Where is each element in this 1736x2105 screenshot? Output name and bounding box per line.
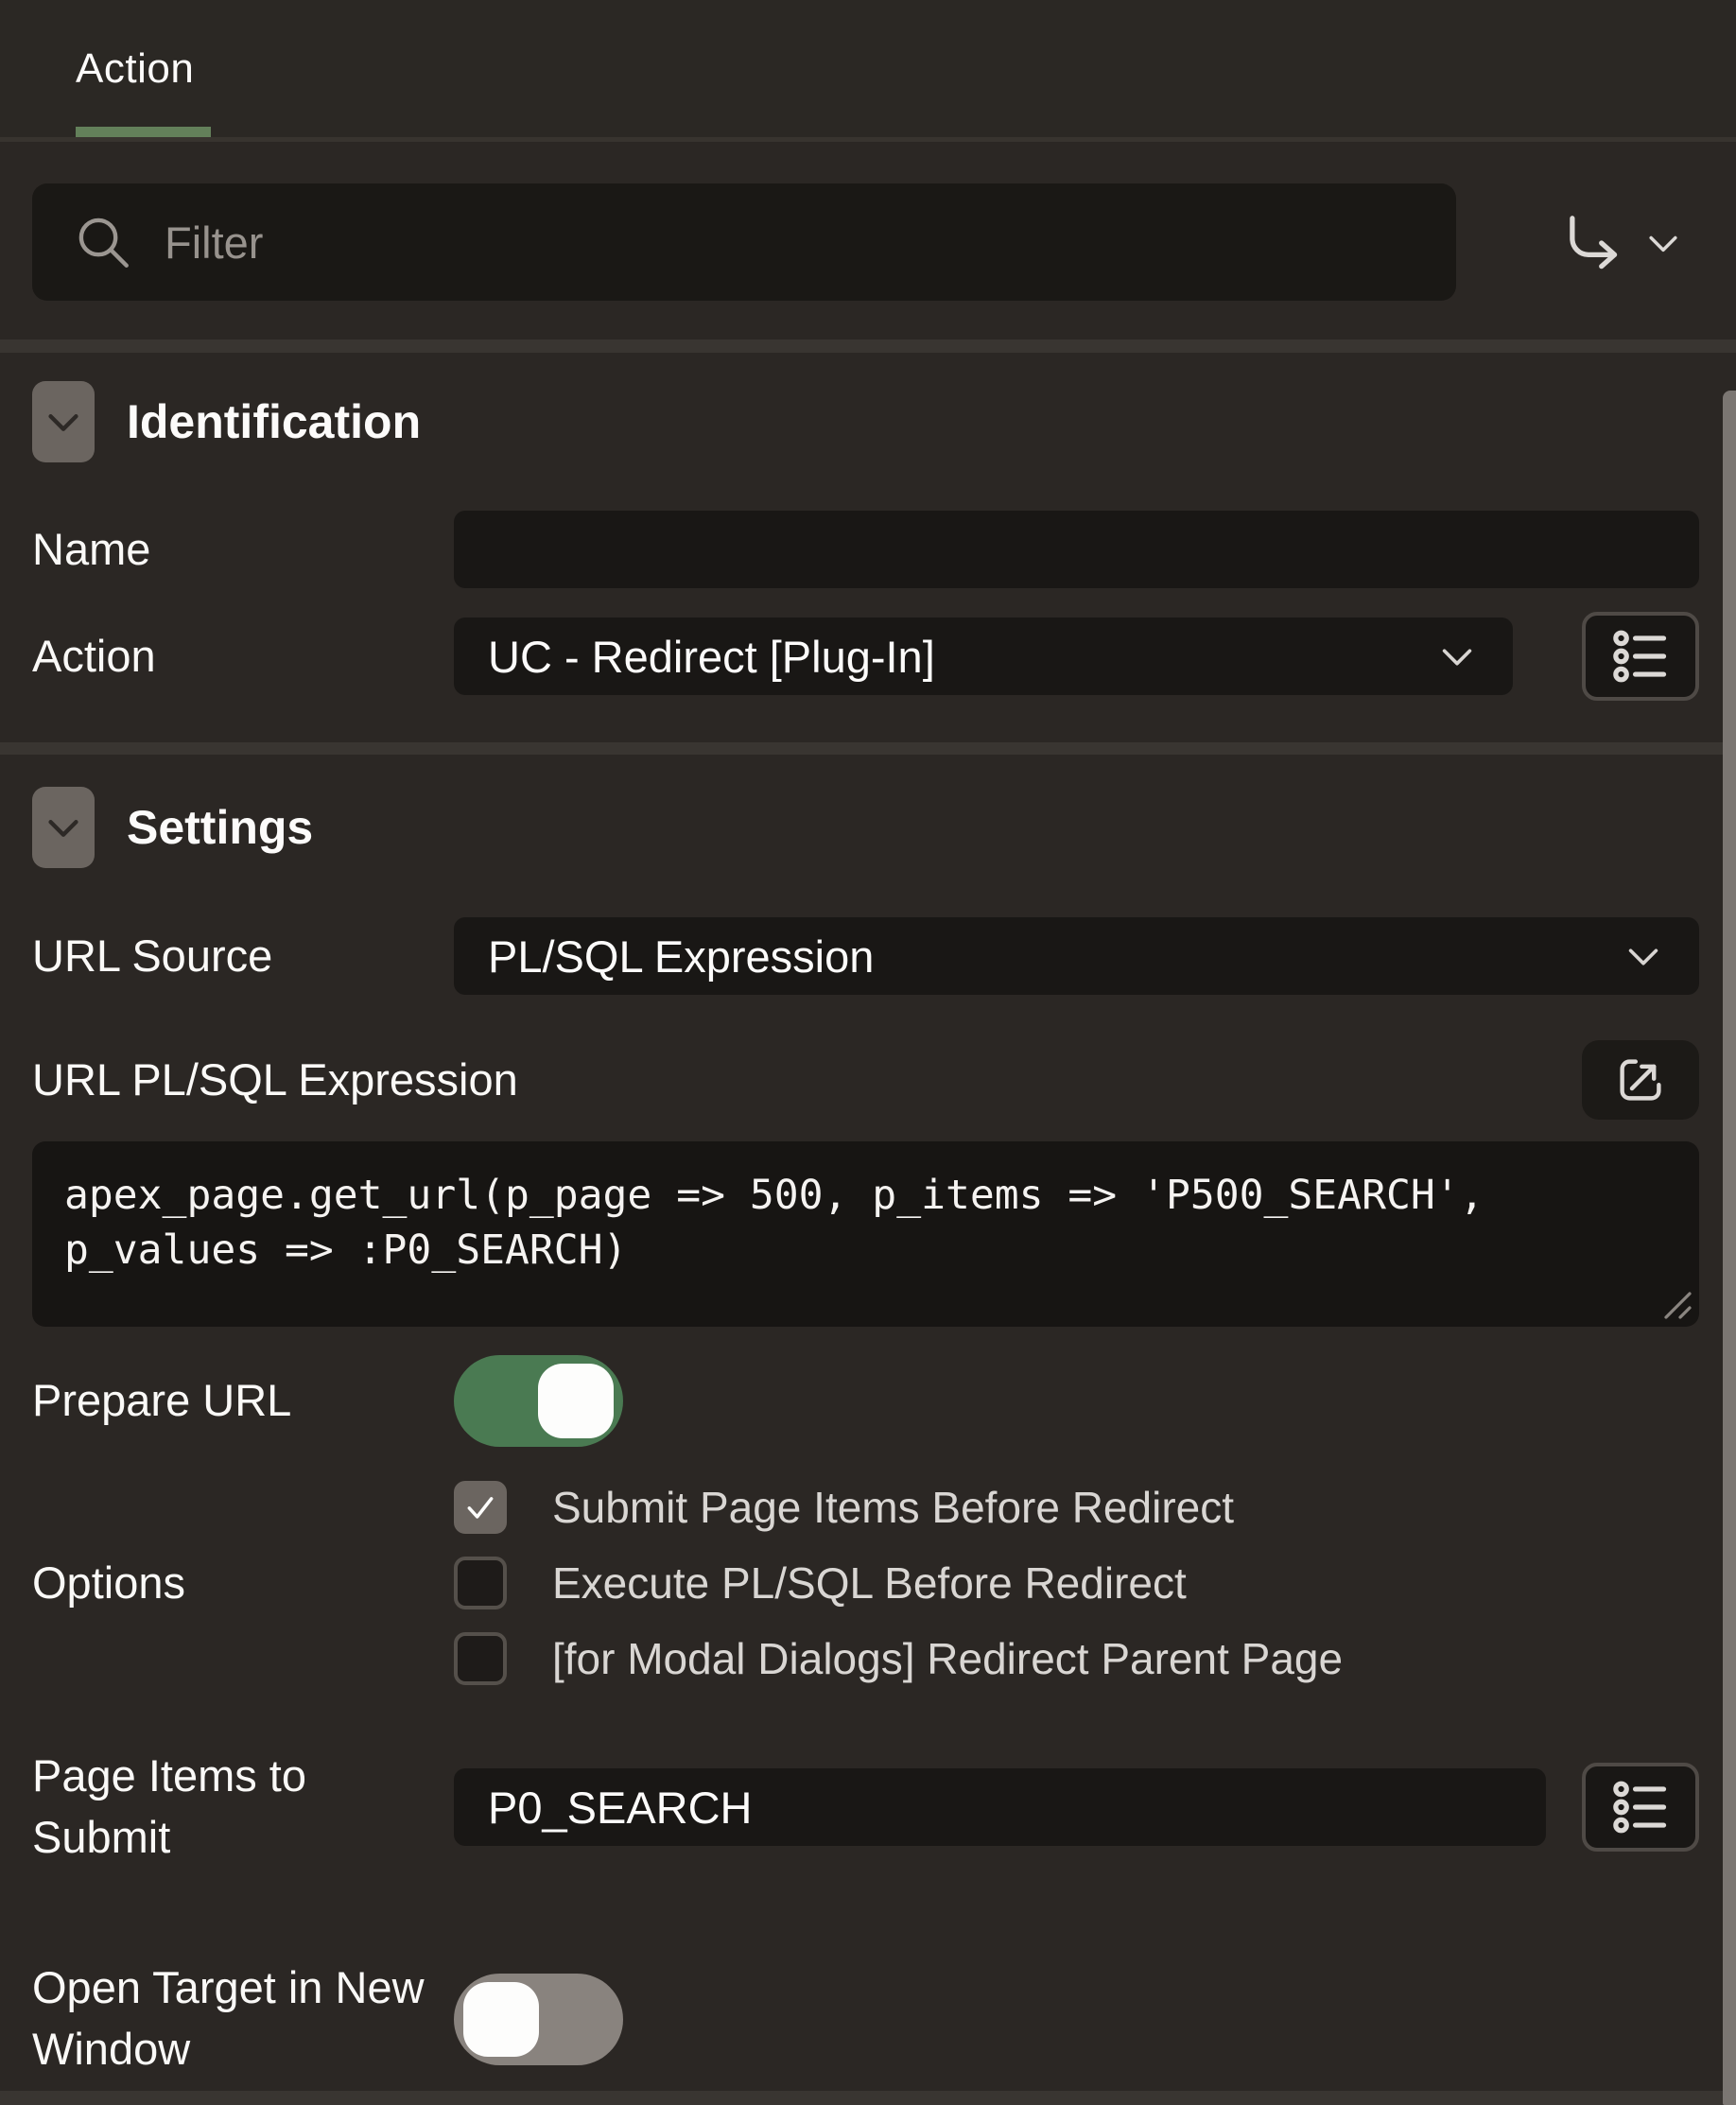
checkbox-label: [for Modal Dialogs] Redirect Parent Page — [552, 1633, 1343, 1684]
settings-title: Settings — [127, 800, 313, 855]
name-label: Name — [32, 519, 454, 581]
toggle-knob — [538, 1364, 614, 1438]
identification-collapse-button[interactable] — [32, 381, 95, 462]
url-source-label: URL Source — [32, 926, 454, 987]
open-in-editor-icon — [1611, 1051, 1670, 1109]
options-checkbox-group: Submit Page Items Before Redirect Execut… — [454, 1481, 1343, 1685]
action-select-value: UC - Redirect [Plug-In] — [488, 631, 935, 683]
page-items-list-picker-button[interactable] — [1582, 1763, 1699, 1852]
return-arrow-icon — [1559, 208, 1629, 278]
name-input[interactable] — [454, 511, 1699, 588]
section-divider — [0, 339, 1736, 353]
options-label: Options — [32, 1553, 454, 1614]
search-icon — [72, 211, 134, 273]
go-to-group-button[interactable] — [1551, 200, 1693, 286]
active-tab-underline — [76, 127, 211, 137]
vertical-scrollbar[interactable] — [1723, 391, 1736, 2105]
expand-code-editor-button[interactable] — [1582, 1040, 1699, 1120]
chevron-down-icon — [42, 806, 85, 849]
checkbox[interactable] — [454, 1632, 507, 1685]
url-plsql-expression-textarea[interactable]: apex_page.get_url(p_page => 500, p_items… — [32, 1141, 1699, 1327]
bottom-divider — [0, 2091, 1736, 2105]
apex-property-editor-panel: { "tabs": { "action_label": "Action" }, … — [0, 0, 1736, 2105]
filter-toolbar — [0, 142, 1736, 339]
chevron-down-icon — [1435, 635, 1479, 678]
settings-section: Settings URL Source PL/SQL Expression UR… — [0, 755, 1736, 2091]
filter-input[interactable] — [163, 216, 1301, 270]
chevron-down-icon — [42, 400, 85, 444]
open-target-label: Open Target in New Window — [32, 1957, 454, 2080]
toggle-knob — [463, 1982, 539, 2057]
bulleted-list-icon — [1609, 1779, 1672, 1835]
option-redirect-parent-page[interactable]: [for Modal Dialogs] Redirect Parent Page — [454, 1632, 1343, 1685]
chevron-down-icon — [1642, 222, 1684, 264]
tab-action-label: Action — [76, 45, 194, 93]
url-plsql-expression-label: URL PL/SQL Expression — [32, 1053, 518, 1105]
resize-grip-icon[interactable] — [1657, 1284, 1694, 1322]
identification-title: Identification — [127, 394, 421, 449]
settings-collapse-button[interactable] — [32, 787, 95, 868]
filter-box[interactable] — [32, 183, 1456, 301]
tab-action[interactable]: Action — [76, 0, 194, 137]
prepare-url-label: Prepare URL — [32, 1370, 454, 1432]
prepare-url-toggle[interactable] — [454, 1355, 623, 1447]
checkbox-label: Execute PL/SQL Before Redirect — [552, 1557, 1187, 1609]
chevron-down-icon — [1622, 934, 1665, 978]
option-execute-plsql[interactable]: Execute PL/SQL Before Redirect — [454, 1557, 1343, 1609]
tab-bar: Action — [0, 0, 1736, 142]
section-divider — [0, 742, 1736, 755]
url-source-select[interactable]: PL/SQL Expression — [454, 917, 1699, 995]
identification-section: Identification Name Action UC - Redirect… — [0, 353, 1736, 742]
page-items-to-submit-label: Page Items to Submit — [32, 1746, 454, 1869]
bulleted-list-icon — [1609, 628, 1672, 685]
action-list-picker-button[interactable] — [1582, 612, 1699, 701]
checkbox[interactable] — [454, 1557, 507, 1609]
page-items-to-submit-input[interactable] — [454, 1768, 1546, 1846]
checkbox-label: Submit Page Items Before Redirect — [552, 1482, 1234, 1533]
action-label: Action — [32, 626, 454, 687]
option-submit-page-items[interactable]: Submit Page Items Before Redirect — [454, 1481, 1343, 1534]
checkmark-icon — [461, 1488, 499, 1526]
checkbox[interactable] — [454, 1481, 507, 1534]
open-target-toggle[interactable] — [454, 1974, 623, 2065]
action-select[interactable]: UC - Redirect [Plug-In] — [454, 618, 1513, 695]
url-source-select-value: PL/SQL Expression — [488, 931, 874, 983]
